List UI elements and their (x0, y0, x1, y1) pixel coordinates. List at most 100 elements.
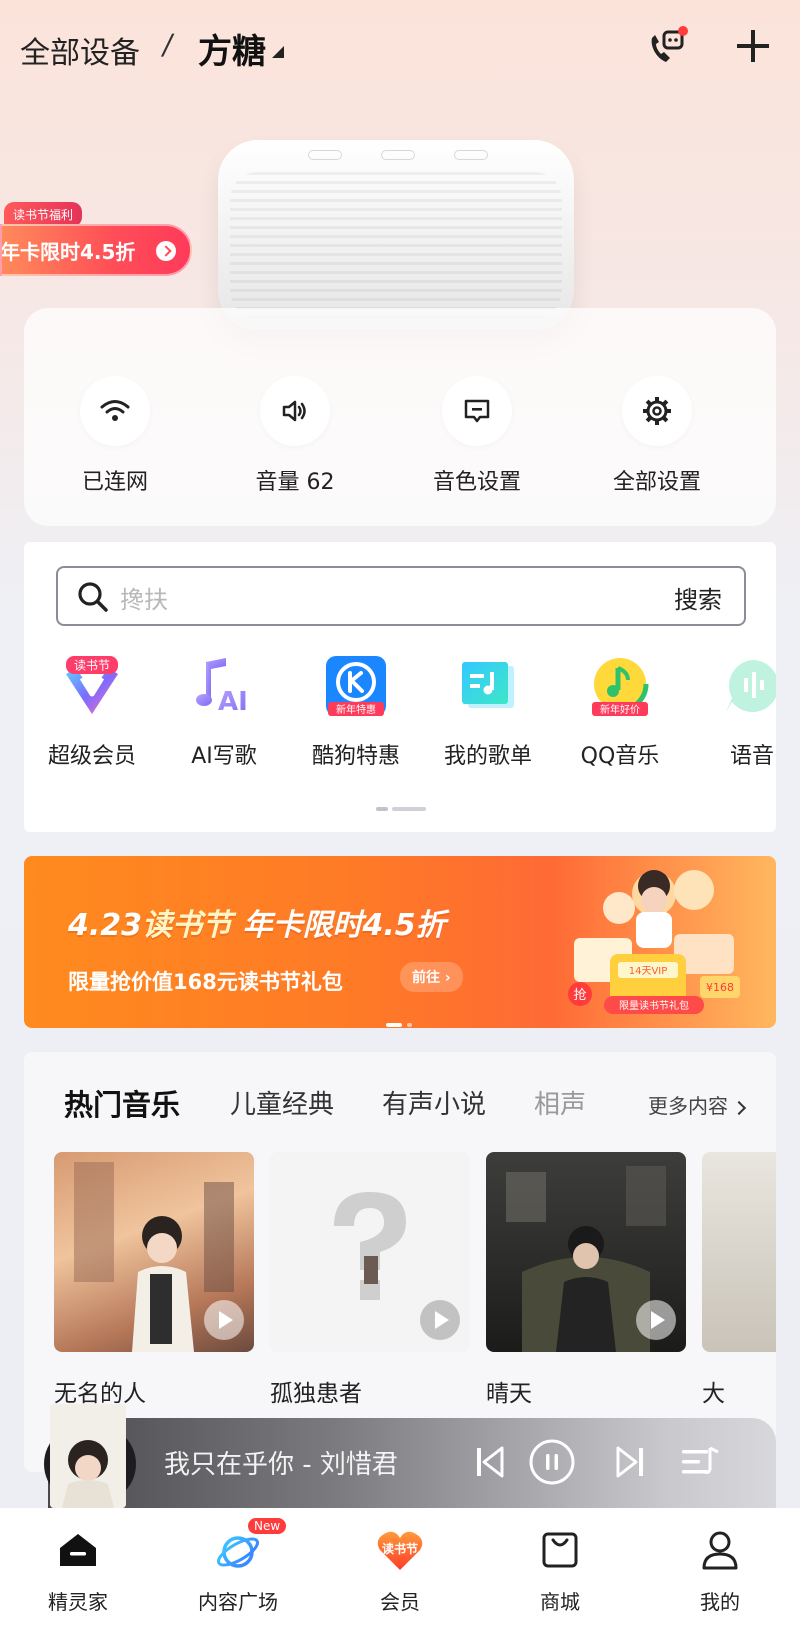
search-box[interactable]: 搀扶 搜索 (56, 566, 746, 626)
play-icon[interactable] (204, 1300, 244, 1340)
album-cover (486, 1152, 686, 1352)
album-item[interactable]: 晴天 (486, 1152, 686, 1408)
message-icon (442, 376, 512, 446)
status-voice-settings[interactable]: 音色设置 (412, 376, 542, 496)
app-qqmusic[interactable]: 新年好价 QQ音乐 (552, 654, 688, 770)
gear-icon (622, 376, 692, 446)
nav-shop[interactable]: 商城 (500, 1526, 620, 1615)
volume-icon (260, 376, 330, 446)
home-icon (54, 1526, 102, 1574)
album-cover (270, 1152, 470, 1352)
app-kugou[interactable]: 新年特惠 酷狗特惠 (288, 654, 424, 770)
app-label: 语音 (729, 744, 774, 769)
nav-home[interactable]: 精灵家 (18, 1526, 138, 1615)
plus-icon (737, 30, 769, 62)
search-button[interactable]: 搜索 (674, 580, 722, 615)
previous-button[interactable] (474, 1442, 504, 1486)
svg-text:限量读书节礼包: 限量读书节礼包 (619, 999, 689, 1012)
album-title: 晴天 (486, 1381, 532, 1407)
status-label: 音量 62 (255, 470, 335, 495)
call-button[interactable] (644, 24, 690, 70)
hot-music-card: 热门音乐 儿童经典 有声小说 相声 更多内容 无名的人 孤独患者 晴天 大 (24, 1052, 776, 1472)
app-super-vip[interactable]: 读书节 超级会员 (24, 654, 160, 770)
speaker-device-image (218, 140, 574, 330)
banner-cta-label: 前往 (412, 970, 440, 986)
status-label: 已连网 (81, 470, 148, 495)
pause-button[interactable] (528, 1438, 576, 1490)
app-label: 我的歌单 (443, 744, 532, 769)
app-label: QQ音乐 (580, 744, 660, 769)
app-label: AI写歌 (191, 744, 257, 769)
tab-hot-music[interactable]: 热门音乐 (64, 1082, 180, 1124)
queue-list-icon (682, 1446, 719, 1474)
play-icon[interactable] (420, 1300, 460, 1340)
voice-icon (720, 654, 776, 718)
app-ai-song[interactable]: AI AI写歌 (156, 654, 292, 770)
svg-text:读书节: 读书节 (382, 1541, 418, 1556)
nav-label: 商城 (540, 1590, 580, 1614)
next-button[interactable] (616, 1442, 646, 1486)
skip-previous-icon (477, 1446, 504, 1478)
banner-headline-rest: 年卡限时4.5折 (232, 908, 446, 943)
album-item[interactable]: 孤独患者 (270, 1152, 470, 1408)
banner-headline: 4.23读书节 年卡限时4.5折 (68, 900, 446, 944)
album-title: 孤独患者 (270, 1381, 362, 1407)
ai-music-icon: AI (192, 654, 256, 718)
mini-player[interactable]: 我只在乎你 - 刘惜君 (44, 1418, 776, 1508)
promo-pill[interactable]: 年卡限时4.5折 (0, 224, 192, 276)
app-shortcuts: 读书节 超级会员 AI AI写歌 新年特惠 酷狗特惠 我的歌单 新年好价 QQ音… (24, 654, 776, 774)
device-dropdown-caret-icon[interactable] (272, 46, 284, 58)
app-label: 酷狗特惠 (311, 744, 400, 769)
vip-icon: 读书节 (60, 654, 124, 718)
top-bar: 全部设备 / 方糖 (0, 0, 800, 100)
qqmusic-icon: 新年好价 (588, 654, 652, 718)
speaker-top-buttons (308, 150, 488, 166)
more-content-link[interactable]: 更多内容 (630, 1090, 747, 1119)
device-status-card: 已连网 音量 62 音色设置 全部设置 (24, 308, 776, 526)
now-playing-cover[interactable] (50, 1404, 126, 1508)
status-all-settings[interactable]: 全部设置 (592, 376, 722, 496)
app-label: 超级会员 (47, 744, 136, 769)
banner-date: 4.23 (68, 908, 143, 943)
status-network[interactable]: 已连网 (50, 376, 180, 496)
album-cover (702, 1152, 776, 1352)
album-item[interactable]: 大 (702, 1152, 776, 1408)
skip-next-icon (616, 1446, 643, 1478)
nav-content-square[interactable]: New 内容广场 (178, 1518, 298, 1615)
profile-icon (696, 1526, 744, 1574)
play-icon[interactable] (636, 1300, 676, 1340)
tab-audio-novels[interactable]: 有声小说 (382, 1084, 486, 1121)
status-volume[interactable]: 音量 62 (230, 376, 360, 496)
tab-children-classics[interactable]: 儿童经典 (230, 1084, 334, 1121)
nav-label: 精灵家 (48, 1590, 108, 1614)
now-playing-title: 我只在乎你 - 刘惜君 (164, 1450, 398, 1480)
status-label: 全部设置 (612, 470, 701, 495)
device-name[interactable]: 方糖 (198, 24, 266, 73)
arrow-right-icon (156, 241, 176, 261)
search-icon (78, 582, 108, 612)
svg-text:¥168: ¥168 (706, 981, 734, 994)
nav-label: 会员 (380, 1590, 420, 1614)
banner-event: 读书节 (142, 908, 233, 943)
album-item[interactable]: 无名的人 (54, 1152, 254, 1408)
banner-cta-button[interactable]: 前往 › (400, 962, 463, 992)
status-label: 音色设置 (432, 470, 521, 495)
playlist-queue-button[interactable] (680, 1442, 720, 1486)
banner-subline: 限量抢价值168元读书节礼包 (68, 970, 343, 994)
search-input[interactable]: 搀扶 (120, 580, 168, 615)
album-title: 无名的人 (54, 1381, 146, 1407)
more-content-label: 更多内容 (648, 1094, 728, 1118)
banner-illustration: 14天VIP 限量读书节礼包 抢 ¥168 (504, 864, 774, 1028)
app-my-playlist[interactable]: 我的歌单 (420, 654, 556, 770)
promo-text: 年卡限时4.5折 (0, 240, 136, 264)
reading-festival-banner[interactable]: 4.23读书节 年卡限时4.5折 限量抢价值168元读书节礼包 前往 › 14天… (24, 856, 776, 1028)
app-voice[interactable]: 语音 (684, 654, 776, 770)
shop-bag-icon (536, 1526, 584, 1574)
nav-member[interactable]: 读书节 会员 (340, 1526, 460, 1615)
breadcrumb-all-devices[interactable]: 全部设备 (20, 28, 140, 72)
banner-page-indicator (386, 1012, 417, 1028)
add-device-button[interactable] (733, 26, 773, 66)
tab-crosstalk[interactable]: 相声 (534, 1084, 586, 1121)
kugou-icon: 新年特惠 (324, 654, 388, 718)
nav-profile[interactable]: 我的 (660, 1526, 780, 1615)
